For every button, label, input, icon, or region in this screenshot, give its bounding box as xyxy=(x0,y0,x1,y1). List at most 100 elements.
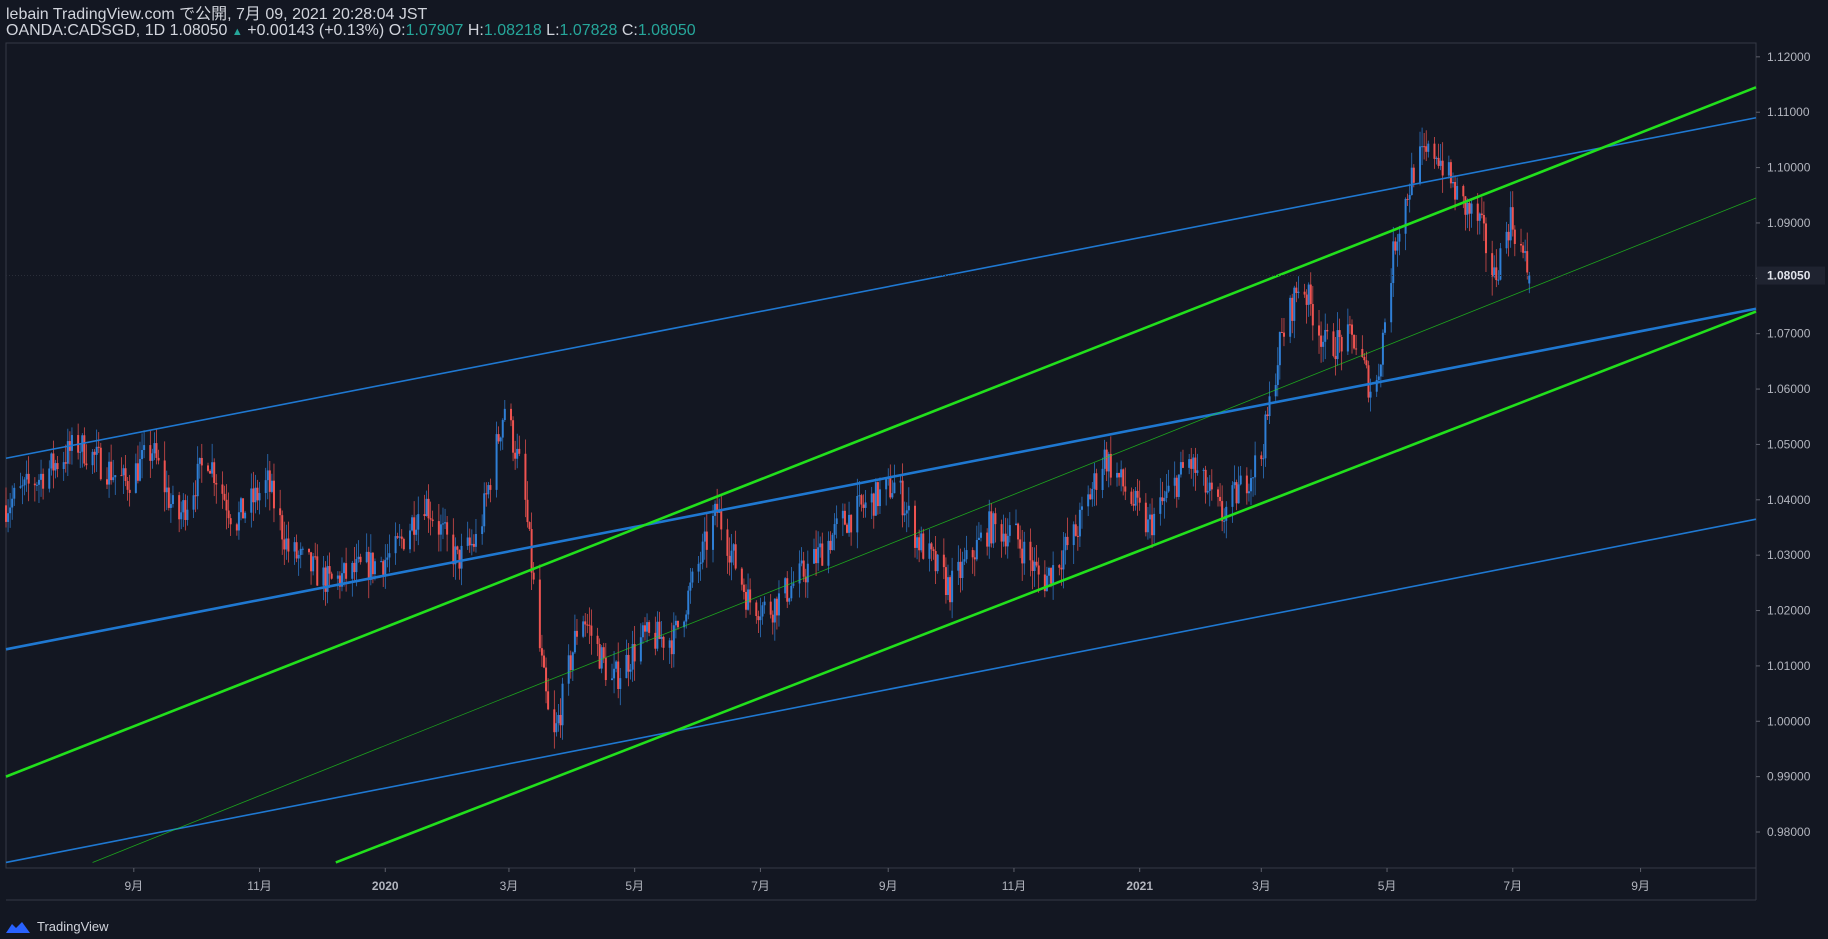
candle-body xyxy=(1410,167,1413,196)
candle-body xyxy=(1476,203,1479,221)
tradingview-footer[interactable]: TradingView xyxy=(5,919,109,934)
candle-body xyxy=(740,568,743,585)
candle-body xyxy=(1136,490,1139,498)
candle-body xyxy=(124,468,127,482)
candle-body xyxy=(83,435,86,464)
candle-body xyxy=(382,561,385,575)
candle-body xyxy=(1015,523,1018,526)
time-axis[interactable]: 9月 11月 2020 3月 5月 7月 9月 11月 2021 3月 5月 7月 9月 xyxy=(124,868,1650,893)
candle-body xyxy=(1262,458,1265,460)
candle-body xyxy=(530,529,533,573)
candle-body xyxy=(13,487,16,499)
candle-body xyxy=(1480,213,1483,215)
candle-body xyxy=(907,505,910,511)
candle-body xyxy=(155,443,158,458)
candle-body xyxy=(396,536,399,538)
candle-body xyxy=(35,484,38,486)
candle-body xyxy=(885,479,888,490)
candle-body xyxy=(514,452,517,459)
candle-body xyxy=(545,667,548,692)
candle-body xyxy=(37,479,40,485)
candle-body xyxy=(9,507,12,514)
candle-body xyxy=(91,451,94,466)
candle-body xyxy=(611,678,614,681)
price-chart[interactable]: 1.120001.110001.100001.090001.080001.070… xyxy=(0,0,1828,939)
candle-body xyxy=(1513,229,1516,244)
candle-body xyxy=(1116,472,1119,478)
candle-body xyxy=(215,483,218,485)
candle-body xyxy=(598,643,601,669)
candle-body xyxy=(604,657,607,681)
time-tick-label: 2020 xyxy=(372,879,399,893)
candle-body xyxy=(930,543,933,550)
candle-body xyxy=(1289,297,1292,337)
candle-body xyxy=(330,573,333,579)
candle-body xyxy=(660,636,663,639)
candle-body xyxy=(66,441,69,464)
candle-body xyxy=(843,510,846,525)
candle-body xyxy=(1206,490,1209,493)
trend-line-6 xyxy=(92,197,1757,863)
candle-body xyxy=(1478,213,1481,221)
candle-body xyxy=(1346,324,1349,352)
candle-body xyxy=(1468,202,1471,214)
candle-body xyxy=(357,556,360,560)
candle-body xyxy=(1134,490,1137,506)
candle-body xyxy=(1144,502,1147,533)
candle-body xyxy=(1297,291,1300,293)
candle-body xyxy=(1146,519,1149,533)
candle-body xyxy=(423,514,426,517)
candle-body xyxy=(437,521,440,535)
candle-body xyxy=(712,515,715,550)
candle-body xyxy=(1528,275,1531,284)
candle-body xyxy=(1023,541,1026,564)
price-tick-label: 0.99000 xyxy=(1767,770,1811,784)
candle-body xyxy=(1188,459,1191,468)
candle-body xyxy=(734,544,737,569)
candle-body xyxy=(916,537,919,548)
time-tick-label: 7月 xyxy=(1503,879,1522,893)
candle-body xyxy=(252,488,255,503)
candle-body xyxy=(979,532,982,538)
candle-body xyxy=(258,493,261,501)
candle-body xyxy=(429,518,432,520)
candle-body xyxy=(1060,567,1063,570)
candle-body xyxy=(1132,503,1135,506)
price-tick-label: 1.02000 xyxy=(1767,604,1811,618)
candle-body xyxy=(239,498,242,513)
candle-body xyxy=(1433,143,1436,159)
candle-body xyxy=(800,560,803,564)
candle-body xyxy=(128,489,131,493)
candle-body xyxy=(122,468,125,476)
candle-body xyxy=(1252,477,1255,479)
candle-body xyxy=(250,488,253,513)
candle-body xyxy=(398,536,401,538)
candle-body xyxy=(648,622,651,633)
candle-body xyxy=(689,582,692,591)
candle-body xyxy=(561,683,564,726)
candle-body xyxy=(1091,488,1094,500)
candle-body xyxy=(878,489,881,507)
candle-body xyxy=(1377,376,1380,381)
candle-body xyxy=(120,475,123,477)
candle-body xyxy=(1194,457,1197,473)
candle-body xyxy=(42,473,45,489)
candle-body xyxy=(813,549,816,564)
candle-body xyxy=(1466,202,1469,215)
candle-body xyxy=(1138,497,1141,503)
candle-body xyxy=(1109,453,1112,478)
candle-body xyxy=(656,621,659,649)
candle-body xyxy=(963,559,966,562)
candle-body xyxy=(1495,267,1498,281)
candle-body xyxy=(957,561,960,571)
candle-body xyxy=(1196,470,1199,473)
candle-body xyxy=(643,625,646,632)
candle-body xyxy=(1350,324,1353,335)
candle-body xyxy=(27,473,30,484)
candle-body xyxy=(287,538,290,552)
candle-body xyxy=(110,461,113,481)
candle-body xyxy=(5,505,7,522)
candle-body xyxy=(1095,473,1098,491)
candle-body xyxy=(977,537,980,541)
candle-body xyxy=(557,714,560,724)
